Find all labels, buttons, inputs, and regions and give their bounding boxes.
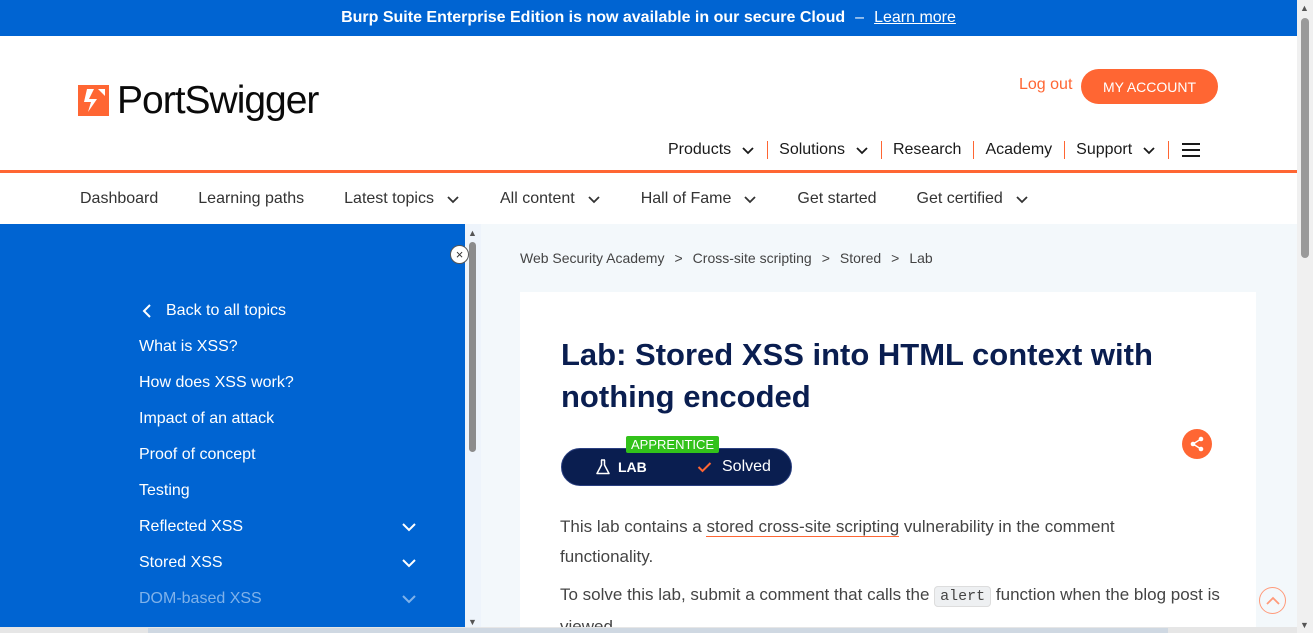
nav-academy[interactable]: Academy bbox=[974, 141, 1066, 159]
sidebar-scroll-thumb[interactable] bbox=[469, 242, 476, 452]
sidebar-item-stored-xss[interactable]: Stored XSS bbox=[139, 554, 223, 572]
site-header: PortSwigger Log out MY ACCOUNT Products … bbox=[0, 36, 1297, 170]
back-to-topics-link[interactable]: Back to all topics bbox=[142, 302, 286, 320]
chevron-up-icon bbox=[1265, 596, 1280, 605]
topic-sidebar bbox=[0, 224, 465, 633]
breadcrumb-separator: > bbox=[891, 250, 900, 266]
breadcrumb-stored[interactable]: Stored bbox=[840, 250, 881, 266]
breadcrumb-lab: Lab bbox=[909, 250, 933, 266]
stored-xss-link[interactable]: stored cross-site scripting bbox=[706, 517, 900, 537]
lab-description-text: This lab contains a bbox=[560, 517, 707, 536]
share-icon bbox=[1190, 436, 1204, 452]
scroll-up-arrow-icon[interactable]: ▲ bbox=[1300, 3, 1309, 13]
horizontal-scrollbar[interactable] bbox=[0, 627, 1297, 633]
scroll-down-arrow-icon[interactable]: ▼ bbox=[468, 617, 477, 627]
alert-code: alert bbox=[934, 586, 992, 607]
subnav-latest-topics-label: Latest topics bbox=[344, 189, 434, 207]
chevron-down-icon bbox=[588, 195, 600, 203]
solved-status: Solved bbox=[697, 458, 771, 476]
main-nav: Products Solutions Research Academy Supp… bbox=[668, 141, 1212, 159]
subnav-get-certified-label: Get certified bbox=[916, 189, 1003, 207]
checkmark-icon bbox=[697, 462, 712, 473]
logout-link[interactable]: Log out bbox=[1019, 76, 1072, 94]
page-title: Lab: Stored XSS into HTML context with n… bbox=[561, 337, 1153, 414]
sidebar-item-what-is-xss[interactable]: What is XSS? bbox=[139, 338, 238, 356]
nav-menu[interactable] bbox=[1169, 141, 1212, 159]
subnav-get-started-label: Get started bbox=[797, 189, 877, 207]
portswigger-logo-icon bbox=[78, 85, 109, 116]
my-account-button[interactable]: MY ACCOUNT bbox=[1081, 69, 1218, 104]
nav-support-label: Support bbox=[1076, 141, 1133, 158]
chevron-down-icon bbox=[447, 195, 459, 203]
announcement-banner: Burp Suite Enterprise Edition is now ava… bbox=[0, 0, 1297, 36]
close-sidebar-button[interactable]: × bbox=[450, 245, 469, 264]
nav-academy-label: Academy bbox=[985, 141, 1053, 158]
breadcrumb-academy[interactable]: Web Security Academy bbox=[520, 250, 664, 266]
horizontal-scroll-thumb[interactable] bbox=[148, 628, 1168, 633]
chevron-down-icon bbox=[742, 147, 754, 155]
portswigger-logo[interactable]: PortSwigger bbox=[78, 79, 319, 122]
solved-label: Solved bbox=[722, 458, 771, 475]
flask-icon bbox=[596, 459, 610, 475]
lab-description: This lab contains a stored cross-site sc… bbox=[560, 512, 1210, 572]
nav-research-label: Research bbox=[892, 141, 962, 158]
chevron-down-icon[interactable] bbox=[401, 555, 417, 571]
subnav-latest-topics[interactable]: Latest topics bbox=[344, 190, 460, 208]
sidebar-item-proof-of-concept[interactable]: Proof of concept bbox=[139, 446, 256, 464]
chevron-down-icon bbox=[744, 195, 757, 203]
lab-instructions-text: To solve this lab, submit a comment that… bbox=[560, 585, 935, 604]
lab-instructions: To solve this lab, submit a comment that… bbox=[560, 580, 1220, 633]
nav-support[interactable]: Support bbox=[1065, 141, 1170, 159]
chevron-down-icon bbox=[1143, 147, 1155, 155]
page-scroll-thumb[interactable] bbox=[1301, 18, 1309, 258]
subnav-all-content-label: All content bbox=[499, 189, 575, 207]
back-to-top-button[interactable] bbox=[1259, 587, 1286, 614]
nav-products[interactable]: Products bbox=[668, 141, 769, 159]
subnav-get-started[interactable]: Get started bbox=[797, 190, 876, 208]
chevron-down-icon[interactable] bbox=[401, 519, 417, 535]
back-to-topics-label: Back to all topics bbox=[166, 302, 287, 319]
sidebar-item-dom-xss[interactable]: DOM-based XSS bbox=[139, 590, 262, 608]
scroll-down-arrow-icon[interactable]: ▼ bbox=[1300, 620, 1309, 630]
nav-solutions[interactable]: Solutions bbox=[768, 141, 882, 159]
learn-more-link[interactable]: Learn more bbox=[874, 9, 956, 27]
sidebar-scrollbar[interactable]: ▲ ▼ bbox=[465, 224, 481, 633]
logo-text: PortSwigger bbox=[117, 79, 319, 122]
lab-label: LAB bbox=[596, 459, 647, 475]
sidebar-item-testing[interactable]: Testing bbox=[139, 482, 190, 500]
page-scrollbar[interactable]: ▲ ▼ bbox=[1297, 0, 1313, 633]
chevron-down-icon bbox=[1016, 195, 1028, 203]
hamburger-menu-icon bbox=[1182, 143, 1201, 157]
nav-products-label: Products bbox=[668, 141, 732, 158]
breadcrumb: Web Security Academy > Cross-site script… bbox=[520, 250, 933, 266]
subnav-hall-of-fame[interactable]: Hall of Fame bbox=[641, 190, 758, 208]
level-badge: APPRENTICE bbox=[626, 436, 720, 453]
subnav-dashboard[interactable]: Dashboard bbox=[80, 190, 158, 208]
sidebar-item-reflected-xss[interactable]: Reflected XSS bbox=[139, 518, 243, 536]
subnav-all-content[interactable]: All content bbox=[500, 190, 601, 208]
breadcrumb-xss[interactable]: Cross-site scripting bbox=[693, 250, 812, 266]
subnav-learning-paths-label: Learning paths bbox=[198, 189, 305, 207]
sidebar-item-impact[interactable]: Impact of an attack bbox=[139, 410, 274, 428]
banner-separator: – bbox=[855, 9, 865, 26]
chevron-down-icon bbox=[856, 147, 868, 155]
nav-research[interactable]: Research bbox=[882, 141, 975, 159]
subnav-get-certified[interactable]: Get certified bbox=[917, 190, 1029, 208]
subnav-dashboard-label: Dashboard bbox=[80, 189, 159, 207]
share-button[interactable] bbox=[1182, 429, 1212, 459]
sidebar-item-how-xss-works[interactable]: How does XSS work? bbox=[139, 374, 294, 392]
nav-solutions-label: Solutions bbox=[779, 141, 845, 158]
breadcrumb-separator: > bbox=[674, 250, 683, 266]
lab-label-text: LAB bbox=[618, 459, 647, 475]
chevron-left-icon bbox=[142, 304, 151, 318]
scroll-up-arrow-icon[interactable]: ▲ bbox=[468, 228, 477, 238]
chevron-down-icon[interactable] bbox=[401, 591, 417, 607]
breadcrumb-separator: > bbox=[821, 250, 830, 266]
subnav-hall-of-fame-label: Hall of Fame bbox=[640, 189, 732, 207]
academy-subnav: Dashboard Learning paths Latest topics A… bbox=[0, 173, 1297, 224]
subnav-learning-paths[interactable]: Learning paths bbox=[198, 190, 304, 208]
banner-text: Burp Suite Enterprise Edition is now ava… bbox=[341, 9, 846, 26]
